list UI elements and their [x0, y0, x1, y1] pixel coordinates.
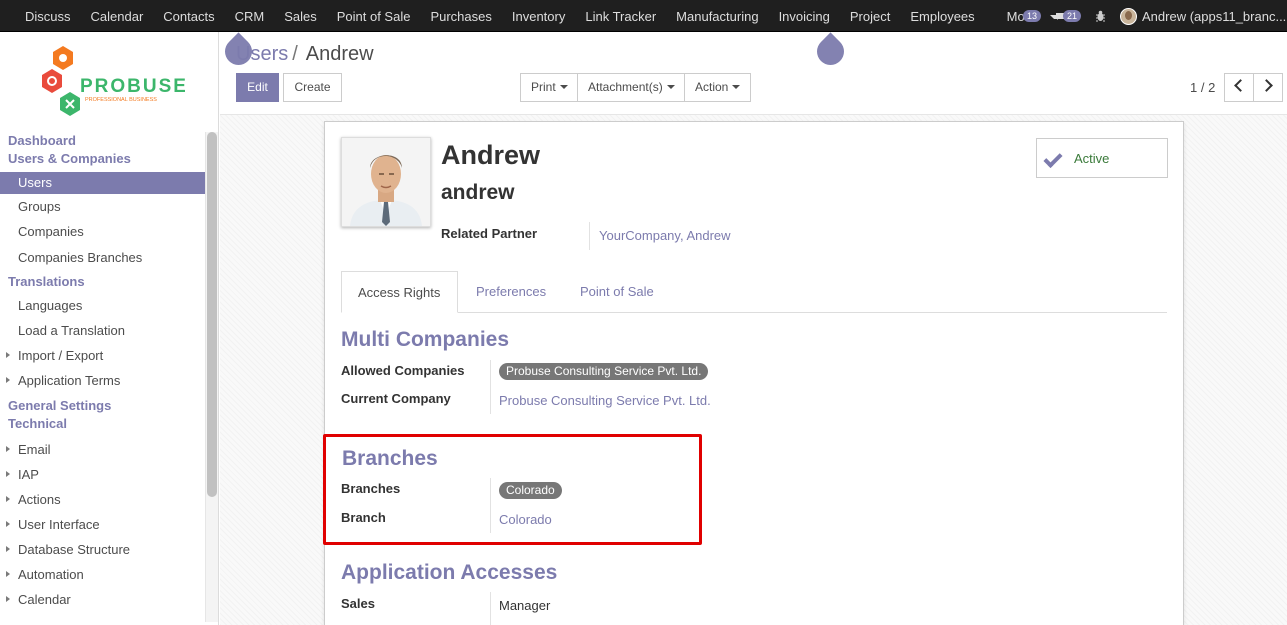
attachments-button[interactable]: Attachment(s) — [577, 73, 685, 102]
create-button[interactable]: Create — [283, 73, 342, 102]
field-divider — [490, 360, 491, 414]
sidebar-item-load-translation[interactable]: Load a Translation — [0, 318, 205, 343]
sidebar-general-settings[interactable]: General Settings — [0, 397, 205, 415]
activity-count-badge: 13 — [1022, 10, 1041, 22]
related-partner-label: Related Partner — [441, 226, 538, 241]
field-divider — [490, 592, 491, 625]
action-label: Action — [695, 80, 729, 94]
menu-employees[interactable]: Employees — [898, 0, 982, 32]
user-photo-image — [342, 138, 430, 226]
bug-icon — [1096, 10, 1105, 22]
menu-invoicing[interactable]: Invoicing — [767, 0, 838, 32]
user-name: Andrew (apps11_branc... — [1142, 8, 1287, 24]
current-company-label: Current Company — [341, 391, 451, 406]
sidebar-item-automation[interactable]: Automation — [0, 562, 205, 587]
notebook-tabs: Access Rights Preferences Point of Sale — [341, 271, 1167, 313]
menu-contacts[interactable]: Contacts — [151, 0, 222, 32]
sidebar-item-groups[interactable]: Groups — [0, 194, 205, 219]
sidebar: PROBUSE PROFESSIONAL BUSINESS Dashboard … — [0, 32, 219, 625]
allowed-companies-label: Allowed Companies — [341, 363, 465, 378]
pager-previous-button[interactable] — [1224, 73, 1254, 102]
sidebar-item-companies[interactable]: Companies — [0, 219, 205, 244]
print-button[interactable]: Print — [520, 73, 578, 102]
breadcrumb-current: Andrew — [305, 43, 374, 65]
user-photo[interactable] — [341, 137, 431, 227]
section-multi-companies-title: Multi Companies — [341, 328, 510, 351]
sidebar-item-languages[interactable]: Languages — [0, 293, 205, 318]
logo-tagline: PROFESSIONAL BUSINESS — [85, 97, 157, 103]
active-toggle-button[interactable]: Active — [1036, 138, 1168, 178]
action-button[interactable]: Action — [684, 73, 751, 102]
messaging-menu[interactable]: 21 — [1055, 10, 1081, 22]
sidebar-translations[interactable]: Translations — [0, 271, 205, 293]
avatar — [1120, 7, 1137, 25]
company-logo: PROBUSE PROFESSIONAL BUSINESS — [42, 46, 185, 116]
user-name-field: Andrew — [441, 140, 541, 170]
pager-value[interactable]: 1 / 2 — [1190, 80, 1215, 95]
breadcrumb: Users / Andrew — [236, 43, 374, 66]
sidebar-item-iap[interactable]: IAP — [0, 462, 205, 487]
user-menu[interactable]: Andrew (apps11_branc... — [1120, 7, 1287, 25]
sidebar-item-database-structure[interactable]: Database Structure — [0, 537, 205, 562]
attachments-label: Attachment(s) — [588, 80, 663, 94]
field-divider — [589, 222, 590, 250]
allowed-company-tag[interactable]: Probuse Consulting Service Pvt. Ltd. — [499, 363, 709, 380]
menu-sales[interactable]: Sales — [272, 0, 325, 32]
tour-tip-drop[interactable] — [811, 32, 850, 71]
related-partner-link[interactable]: YourCompany, Andrew — [599, 228, 731, 243]
pager-next-button[interactable] — [1253, 73, 1283, 102]
chevron-left-icon — [1234, 79, 1247, 92]
messages-count-badge: 21 — [1062, 10, 1081, 22]
sidebar-dashboard[interactable]: Dashboard — [0, 132, 205, 150]
menu-discuss[interactable]: Discuss — [13, 0, 79, 32]
menu-crm[interactable]: CRM — [223, 0, 273, 32]
breadcrumb-separator: / — [292, 43, 298, 65]
debug-menu[interactable] — [1095, 10, 1106, 22]
sidebar-users-companies[interactable]: Users & Companies — [0, 150, 205, 168]
menu-project[interactable]: Project — [838, 0, 898, 32]
chevron-down-icon — [732, 85, 741, 89]
app-menu: Discuss Calendar Contacts CRM Sales Poin… — [13, 0, 1086, 32]
section-application-accesses-title: Application Accesses — [341, 561, 558, 584]
tab-preferences[interactable]: Preferences — [460, 271, 562, 312]
logo-brand: PROBUSE — [80, 76, 185, 97]
sidebar-item-application-terms[interactable]: Application Terms — [0, 368, 205, 397]
menu-point-of-sale[interactable]: Point of Sale — [325, 0, 419, 32]
top-navbar: Discuss Calendar Contacts CRM Sales Poin… — [0, 0, 1287, 32]
tab-point-of-sale[interactable]: Point of Sale — [564, 271, 670, 312]
chevron-right-icon — [1260, 79, 1273, 92]
activity-menu[interactable]: 13 — [1019, 10, 1041, 22]
chevron-down-icon — [666, 85, 675, 89]
menu-link-tracker[interactable]: Link Tracker — [573, 0, 664, 32]
sidebar-scrollbar[interactable] — [205, 132, 218, 622]
menu-manufacturing[interactable]: Manufacturing — [664, 0, 766, 32]
menu-purchases[interactable]: Purchases — [418, 0, 499, 32]
sidebar-item-import-export[interactable]: Import / Export — [0, 343, 205, 368]
sidebar-item-companies-branches[interactable]: Companies Branches — [0, 244, 205, 271]
menu-calendar[interactable]: Calendar — [79, 0, 152, 32]
sales-access-value[interactable]: Manager — [499, 598, 550, 613]
sidebar-item-email[interactable]: Email — [0, 437, 205, 462]
current-company-link[interactable]: Probuse Consulting Service Pvt. Ltd. — [499, 393, 711, 408]
sidebar-technical[interactable]: Technical — [0, 415, 205, 433]
systray: 13 21 Andrew (apps11_branc... — [1019, 0, 1287, 32]
sidebar-item-calendar[interactable]: Calendar — [0, 587, 205, 612]
branches-highlight-box — [323, 434, 702, 545]
tab-access-rights[interactable]: Access Rights — [341, 271, 458, 313]
print-label: Print — [531, 80, 556, 94]
sidebar-item-actions[interactable]: Actions — [0, 487, 205, 512]
chevron-down-icon — [559, 85, 568, 89]
user-login-field: andrew — [441, 181, 515, 204]
active-label: Active — [1074, 151, 1110, 166]
sales-access-label: Sales — [341, 596, 375, 611]
edit-button[interactable]: Edit — [236, 73, 279, 102]
check-icon — [1043, 148, 1063, 169]
sidebar-menu: Dashboard Users & Companies Users Groups… — [0, 132, 205, 612]
menu-inventory[interactable]: Inventory — [500, 0, 573, 32]
sidebar-scrollbar-thumb[interactable] — [207, 132, 217, 497]
sidebar-item-users[interactable]: Users — [0, 172, 205, 194]
sidebar-item-user-interface[interactable]: User Interface — [0, 512, 205, 537]
